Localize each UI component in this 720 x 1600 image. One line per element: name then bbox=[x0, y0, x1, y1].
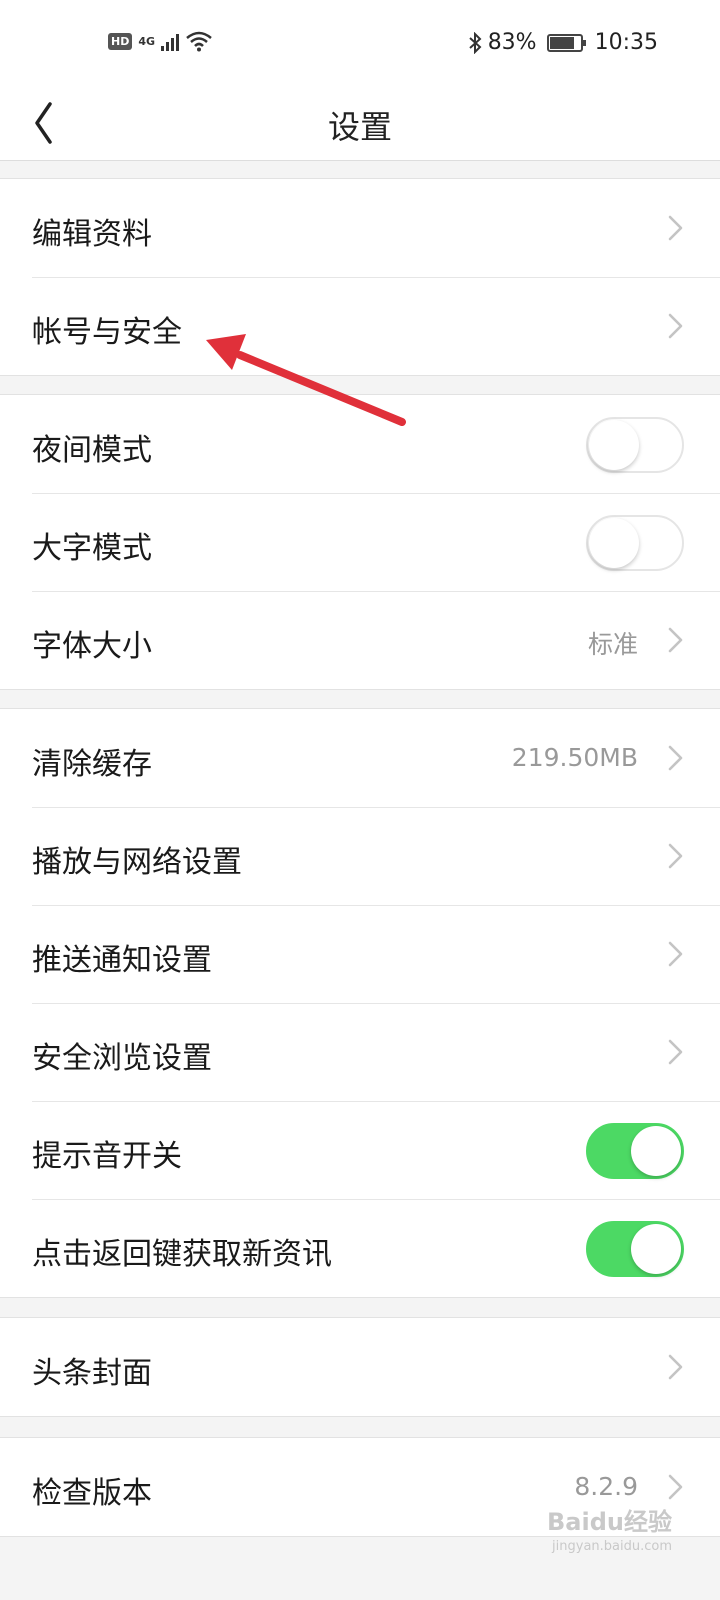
settings-row[interactable]: 头条封面 bbox=[0, 1318, 720, 1416]
settings-row-label: 头条封面 bbox=[32, 1356, 152, 1391]
settings-row-label: 大字模式 bbox=[32, 531, 152, 566]
status-bar: HD 4G 83% 10:35 bbox=[0, 0, 720, 90]
settings-row-value: 219.50MB bbox=[511, 743, 638, 772]
chevron-right-icon bbox=[668, 1474, 683, 1500]
settings-row[interactable]: 大字模式 bbox=[0, 493, 720, 591]
settings-row-label: 字体大小 bbox=[32, 629, 152, 664]
status-right: 83% 10:35 bbox=[468, 30, 658, 55]
settings-group: 头条封面 bbox=[0, 1317, 720, 1417]
battery-percent: 83% bbox=[487, 30, 537, 55]
toggle-knob bbox=[631, 1224, 681, 1274]
chevron-right-icon bbox=[668, 627, 683, 653]
chevron-right-icon bbox=[668, 313, 683, 339]
toggle-switch[interactable] bbox=[586, 515, 684, 571]
hd-icon: HD bbox=[108, 32, 133, 50]
toggle-knob bbox=[589, 420, 639, 470]
settings-row[interactable]: 安全浏览设置 bbox=[0, 1003, 720, 1101]
chevron-right-icon bbox=[668, 1039, 683, 1065]
toggle-knob bbox=[589, 518, 639, 568]
chevron-right-icon bbox=[668, 843, 683, 869]
settings-row-label: 编辑资料 bbox=[32, 217, 152, 252]
settings-row-value: 8.2.9 bbox=[574, 1472, 638, 1501]
nav-header: 设置 bbox=[0, 90, 720, 161]
signal-icon bbox=[161, 31, 180, 51]
toggle-switch[interactable] bbox=[586, 1123, 684, 1179]
settings-row-label: 夜间模式 bbox=[32, 433, 152, 468]
settings-row[interactable]: 推送通知设置 bbox=[0, 905, 720, 1003]
settings-group: 编辑资料 帐号与安全 bbox=[0, 178, 720, 376]
toggle-knob bbox=[631, 1126, 681, 1176]
settings-row[interactable]: 播放与网络设置 bbox=[0, 807, 720, 905]
settings-row-label: 检查版本 bbox=[32, 1476, 152, 1511]
settings-row-label: 推送通知设置 bbox=[32, 943, 212, 978]
settings-row[interactable]: 夜间模式 bbox=[0, 395, 720, 493]
settings-row-label: 播放与网络设置 bbox=[32, 845, 242, 880]
battery-icon bbox=[546, 33, 586, 52]
settings-group: 清除缓存 219.50MB 播放与网络设置 推送通知设置 安全浏览设置 提示音开关点击返回… bbox=[0, 708, 720, 1298]
settings-row-value: 标准 bbox=[587, 630, 638, 659]
status-left: HD 4G bbox=[108, 30, 213, 52]
chevron-right-icon bbox=[668, 1354, 683, 1380]
settings-group: 夜间模式大字模式字体大小 标准 bbox=[0, 394, 720, 690]
chevron-right-icon bbox=[668, 941, 683, 967]
toggle-switch[interactable] bbox=[586, 417, 684, 473]
toggle-switch[interactable] bbox=[586, 1221, 684, 1277]
page-title: 设置 bbox=[327, 108, 392, 146]
settings-row-label: 清除缓存 bbox=[32, 747, 152, 782]
watermark-sub: jingyan.baidu.com bbox=[552, 1539, 672, 1554]
settings-row[interactable]: 点击返回键获取新资讯 bbox=[0, 1199, 720, 1297]
settings-row[interactable]: 字体大小 标准 bbox=[0, 591, 720, 689]
chevron-right-icon bbox=[668, 745, 683, 771]
settings-row[interactable]: 编辑资料 bbox=[0, 179, 720, 277]
status-time: 10:35 bbox=[594, 30, 658, 55]
watermark-text: Baidu经验 bbox=[547, 1508, 672, 1536]
settings-row[interactable]: 提示音开关 bbox=[0, 1101, 720, 1199]
settings-row[interactable]: 清除缓存 219.50MB bbox=[0, 709, 720, 807]
bluetooth-icon bbox=[469, 31, 482, 54]
watermark: Baidu经验 jingyan.baidu.com bbox=[547, 1502, 672, 1554]
settings-row-label: 安全浏览设置 bbox=[32, 1041, 212, 1076]
settings-row[interactable]: 帐号与安全 bbox=[0, 277, 720, 375]
chevron-right-icon bbox=[668, 215, 683, 241]
wifi-icon bbox=[186, 31, 212, 52]
settings-row-label: 提示音开关 bbox=[32, 1139, 182, 1174]
settings-row-label: 点击返回键获取新资讯 bbox=[32, 1237, 332, 1272]
settings-row-label: 帐号与安全 bbox=[32, 315, 182, 350]
network-type: 4G bbox=[138, 34, 156, 48]
